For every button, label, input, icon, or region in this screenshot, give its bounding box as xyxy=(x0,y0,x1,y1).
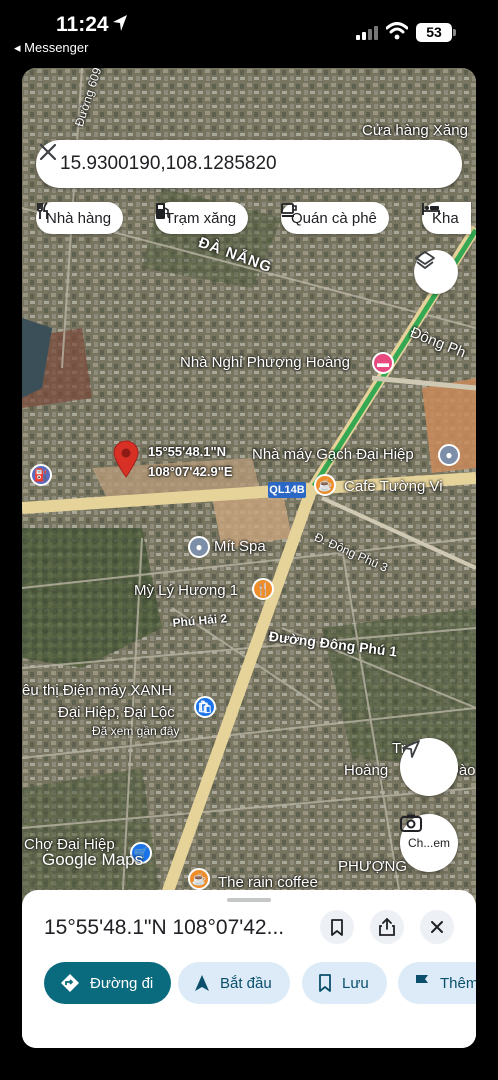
chip-coffee[interactable]: Quán cà phê xyxy=(281,202,389,234)
navigation-arrow-icon xyxy=(402,740,420,758)
share-icon xyxy=(379,918,395,936)
restaurant-poi-icon[interactable]: 🍴 xyxy=(252,578,274,600)
layers-button[interactable] xyxy=(414,250,458,294)
chip-restaurants[interactable]: Nhà hàng xyxy=(36,202,124,234)
place-coordinates-title: 15°55'48.1"N 108°07'42... xyxy=(44,916,285,939)
map-label-the-rain[interactable]: The rain coffee xyxy=(218,874,318,891)
restaurant-icon xyxy=(37,202,48,219)
bookmark-icon xyxy=(319,974,331,992)
chip-label: Trạm xăng xyxy=(165,209,237,227)
map-label-cafe[interactable]: Cafe Tường Vi xyxy=(344,478,443,495)
close-sheet-button[interactable] xyxy=(420,910,454,944)
status-bar: 11:24 ◂ Messenger 53 xyxy=(0,0,498,62)
place-actions: Đường đi Bắt đầu Lưu Thêm xyxy=(44,962,476,1004)
map-label-shop-top: Cửa hàng Xăng xyxy=(362,122,468,139)
search-bar[interactable]: 15.9300190,108.1285820 xyxy=(36,140,462,188)
start-button[interactable]: Bắt đầu xyxy=(178,962,290,1004)
spa-poi-icon[interactable]: ● xyxy=(188,536,210,558)
hotel-icon xyxy=(422,203,440,215)
battery-indicator: 53 xyxy=(416,23,456,42)
map-label-hoang-right: Hoàng xyxy=(344,762,389,779)
directions-icon xyxy=(61,974,79,992)
chip-gas[interactable]: Trạm xăng xyxy=(155,202,249,234)
maps-screen: Cửa hàng Xăng Đường 609B ĐÀ NẴNG Đông Ph… xyxy=(22,68,476,1048)
share-button[interactable] xyxy=(370,910,404,944)
gas-station-poi-icon[interactable]: ⛽ xyxy=(30,464,52,486)
add-label-text: Thêm xyxy=(440,974,476,992)
wifi-icon xyxy=(386,22,408,40)
lens-button-label: Ch...em xyxy=(407,836,450,850)
close-icon[interactable] xyxy=(36,140,60,164)
map-label-viewed: Đã xem gần đây xyxy=(92,724,180,738)
cafe-poi-icon[interactable]: ☕ xyxy=(314,474,336,496)
bookmark-icon xyxy=(331,918,343,936)
chip-label: Quán cà phê xyxy=(291,209,377,227)
coffee-icon xyxy=(281,203,297,217)
map-label-sieu-thi-2[interactable]: Đại Hiệp, Đại Lộc xyxy=(58,704,175,721)
directions-button[interactable]: Đường đi xyxy=(44,962,172,1004)
start-label: Bắt đầu xyxy=(220,974,272,992)
map-label-mit-spa[interactable]: Mít Spa xyxy=(214,538,266,555)
satellite-map[interactable]: Cửa hàng Xăng Đường 609B ĐÀ NẴNG Đông Ph… xyxy=(22,68,476,908)
navigation-arrow-icon xyxy=(195,975,209,991)
map-label-my-ly[interactable]: Mỳ Lý Hương 1 xyxy=(134,582,238,599)
back-to-messenger-link[interactable]: ◂ Messenger xyxy=(14,40,88,56)
directions-label: Đường đi xyxy=(90,974,154,992)
save-shortcut-button[interactable] xyxy=(320,910,354,944)
cellular-signal-icon xyxy=(356,26,378,40)
hotel-poi-icon[interactable]: ▬ xyxy=(372,352,394,374)
map-label-phuong: PHƯỢNG xyxy=(338,858,408,875)
save-button[interactable]: Lưu xyxy=(302,962,387,1004)
my-location-button[interactable] xyxy=(400,738,458,796)
flag-icon xyxy=(416,975,428,991)
search-input[interactable]: 15.9300190,108.1285820 xyxy=(60,153,277,175)
place-bottom-sheet[interactable]: 15°55'48.1"N 108°07'42... Đường đi Bắt đ… xyxy=(22,890,476,1048)
layers-icon xyxy=(415,251,435,269)
close-icon xyxy=(431,921,443,933)
coffee-poi-icon[interactable]: ☕ xyxy=(188,868,210,890)
map-label-sieu-thi-1[interactable]: êu thị Điện máy XANH xyxy=(22,682,172,699)
google-maps-watermark: Google Maps xyxy=(42,850,144,869)
map-label-factory[interactable]: Nhà máy Gạch Đại Hiệp xyxy=(252,446,414,463)
chip-hotels[interactable]: Kha xyxy=(422,202,471,234)
gas-station-icon xyxy=(156,203,171,219)
status-time: 11:24 xyxy=(56,13,109,36)
road-shield-ql14b: QL14B xyxy=(268,482,306,498)
add-label-button[interactable]: Thêm xyxy=(398,962,476,1004)
shopping-poi-icon[interactable]: 🛍 xyxy=(194,696,216,718)
place-poi-icon[interactable]: ● xyxy=(438,444,460,466)
google-lens-button[interactable]: Ch...em xyxy=(400,814,458,872)
pin-latitude-label: 15°55'48.1"N xyxy=(148,444,227,459)
camera-lens-icon xyxy=(400,814,422,832)
dropped-pin-icon[interactable] xyxy=(113,440,139,478)
map-label-hotel[interactable]: Nhà Nghỉ Phượng Hoàng xyxy=(180,354,350,371)
save-label: Lưu xyxy=(342,974,369,992)
pin-longitude-label: 108°07'42.9"E xyxy=(148,464,233,479)
chip-label: Nhà hàng xyxy=(46,209,112,227)
sheet-drag-handle[interactable] xyxy=(227,898,271,902)
location-services-icon xyxy=(113,15,127,31)
